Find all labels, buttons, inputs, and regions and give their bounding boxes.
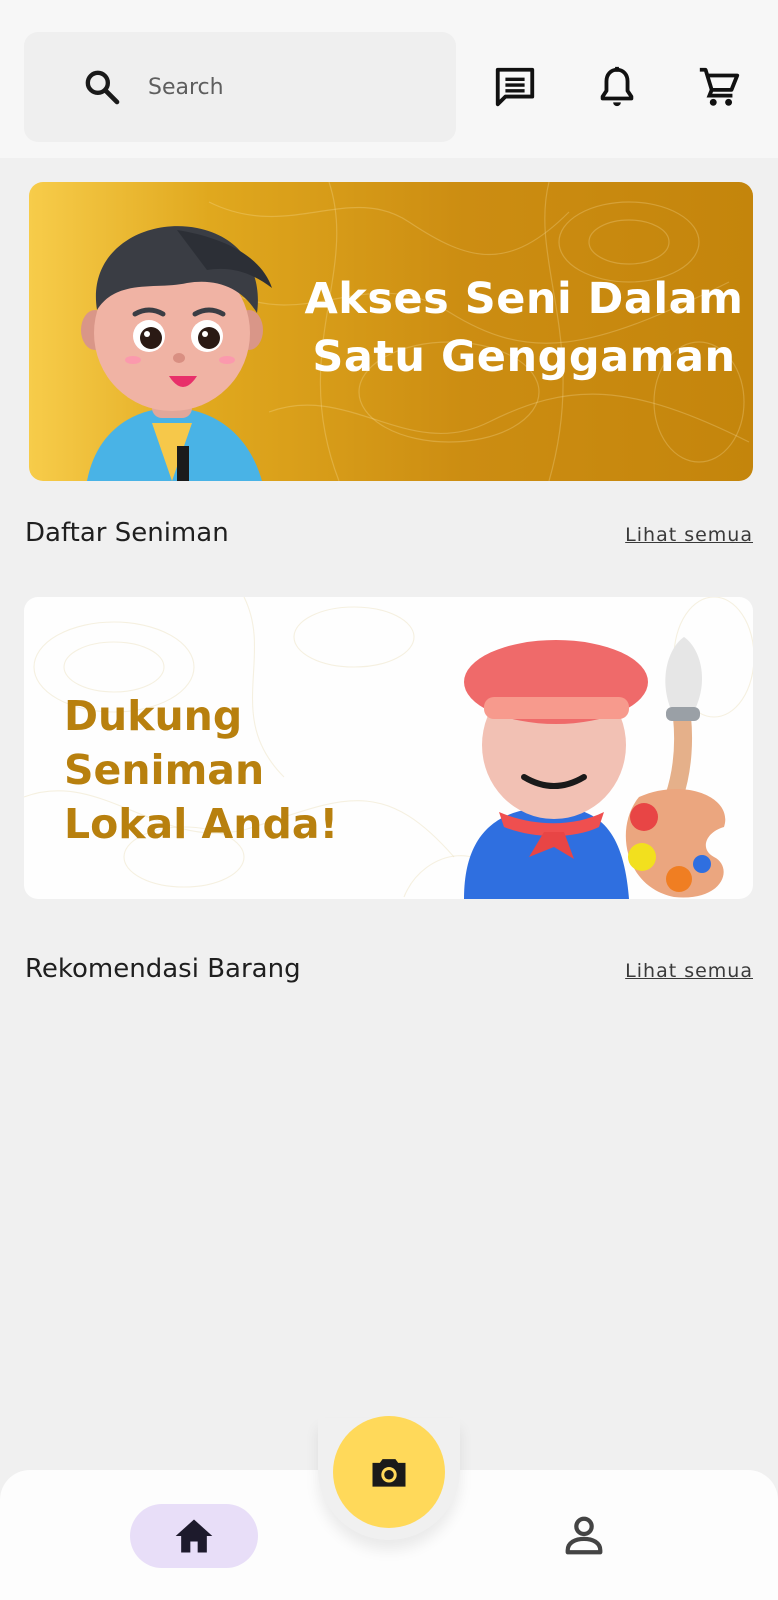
cart-button[interactable] (696, 64, 742, 110)
banner-headline-line2: Satu Genggaman (312, 332, 736, 382)
nav-profile[interactable] (561, 1512, 607, 1558)
bell-icon (600, 66, 634, 107)
support-artists-banner[interactable]: Dukung Seniman Lokal Anda! (24, 597, 753, 899)
home-icon (175, 1519, 213, 1553)
search-icon (82, 67, 122, 107)
camera-button[interactable] (333, 1416, 445, 1528)
nav-home[interactable] (130, 1504, 258, 1568)
chat-button[interactable] (492, 64, 538, 110)
painter-illustration (464, 637, 726, 899)
support-headline-line2: Lokal Anda! (64, 800, 339, 848)
top-bar (0, 0, 778, 158)
artists-section-title: Daftar Seniman (25, 518, 229, 548)
products-section-title: Rekomendasi Barang (25, 954, 301, 984)
chat-icon (495, 67, 535, 107)
artists-see-all-link[interactable]: Lihat semua (625, 524, 753, 546)
products-see-all-link[interactable]: Lihat semua (625, 960, 753, 982)
search-input[interactable] (148, 67, 438, 107)
boy-illustration (81, 226, 272, 481)
person-icon (565, 1516, 603, 1555)
support-headline-line1: Dukung Seniman (64, 692, 265, 794)
banner-headline: Akses Seni Dalam Satu Genggaman (304, 270, 744, 386)
search-bar[interactable] (24, 32, 456, 142)
camera-icon (372, 1459, 406, 1487)
support-banner-headline: Dukung Seniman Lokal Anda! (64, 689, 444, 851)
notification-button[interactable] (594, 64, 640, 110)
banner-headline-line1: Akses Seni Dalam (304, 274, 744, 324)
cart-icon (699, 67, 740, 106)
promo-banner-top[interactable]: Akses Seni Dalam Satu Genggaman (29, 182, 753, 481)
